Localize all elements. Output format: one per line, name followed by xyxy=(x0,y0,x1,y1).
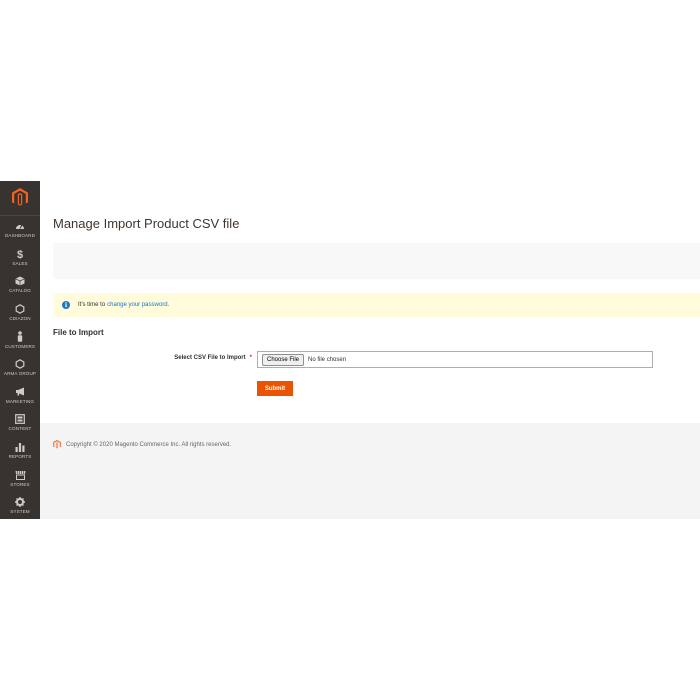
page-actions-bar xyxy=(53,243,700,279)
csv-file-input[interactable]: Choose File No file chosen xyxy=(257,351,653,368)
sidebar-item-label: System xyxy=(10,509,30,515)
magento-logo-icon xyxy=(12,188,28,207)
page-footer: Copyright © 2020 Magento Commerce Inc. A… xyxy=(40,423,700,519)
magento-logo[interactable] xyxy=(0,181,40,216)
sidebar-item-sales[interactable]: $ Sales xyxy=(0,243,40,271)
choose-file-button[interactable]: Choose File xyxy=(262,353,305,366)
sidebar-item-system[interactable]: System xyxy=(0,491,40,519)
copyright-text: Copyright © 2020 Magento Commerce Inc. A… xyxy=(66,441,232,448)
sidebar-item-content[interactable]: Content xyxy=(0,409,40,437)
sidebar-item-label: Cdiazon xyxy=(9,316,31,322)
page-title: Manage Import Product CSV file xyxy=(53,216,240,231)
sidebar-item-label: Reports xyxy=(8,454,32,460)
gear-icon xyxy=(14,496,26,508)
hexagon-icon xyxy=(14,358,26,370)
change-password-link[interactable]: change your password. xyxy=(107,302,169,308)
magento-footer-logo-icon xyxy=(53,440,61,449)
sidebar-item-customers[interactable]: Customers xyxy=(0,326,40,354)
sidebar-item-stores[interactable]: Stores xyxy=(0,464,40,492)
footer-content: Copyright © 2020 Magento Commerce Inc. A… xyxy=(53,440,231,449)
sidebar-item-label: Dashboard xyxy=(5,233,35,239)
hexagon-icon xyxy=(14,303,26,315)
sidebar-item-marketing[interactable]: Marketing xyxy=(0,381,40,409)
sidebar-item-label: Customers xyxy=(4,343,36,349)
bar-chart-icon xyxy=(14,441,26,453)
csv-file-label-text: Select CSV File to Import xyxy=(174,355,246,361)
sidebar-item-label: Catalog xyxy=(9,288,31,294)
notice-text: It's time to xyxy=(78,302,106,308)
admin-sidebar: Dashboard $ Sales Catalog Cdiazon Custom… xyxy=(0,181,40,519)
sidebar-item-dashboard[interactable]: Dashboard xyxy=(0,216,40,244)
main-content: Manage Import Product CSV file i It's ti… xyxy=(40,181,700,519)
admin-frame: Dashboard $ Sales Catalog Cdiazon Custom… xyxy=(0,181,700,519)
section-title: File to Import xyxy=(53,328,104,337)
password-notice: i It's time to change your password. xyxy=(53,293,700,317)
dollar-icon: $ xyxy=(14,248,26,260)
sidebar-item-arma-group[interactable]: Arma Group xyxy=(0,353,40,381)
sidebar-item-label: Stores xyxy=(10,481,30,487)
store-icon xyxy=(14,469,26,481)
dashboard-icon xyxy=(14,220,26,232)
sidebar-item-label: Marketing xyxy=(5,398,35,404)
person-icon xyxy=(14,331,26,343)
box-icon xyxy=(14,275,26,287)
sidebar-item-label: Arma Group xyxy=(3,371,37,377)
sidebar-item-label: Sales xyxy=(12,260,28,266)
sidebar-item-reports[interactable]: Reports xyxy=(0,436,40,464)
submit-button[interactable]: Submit xyxy=(257,381,293,396)
sidebar-item-catalog[interactable]: Catalog xyxy=(0,271,40,299)
sidebar-item-cdiazon[interactable]: Cdiazon xyxy=(0,298,40,326)
sidebar-item-label: Content xyxy=(8,426,32,432)
no-file-chosen-text: No file chosen xyxy=(308,356,347,363)
svg-text:$: $ xyxy=(17,249,23,259)
megaphone-icon xyxy=(14,386,26,398)
required-mark: * xyxy=(249,355,252,361)
info-icon: i xyxy=(62,301,70,309)
layout-icon xyxy=(14,413,26,425)
csv-file-label: Select CSV File to Import * xyxy=(160,355,252,361)
